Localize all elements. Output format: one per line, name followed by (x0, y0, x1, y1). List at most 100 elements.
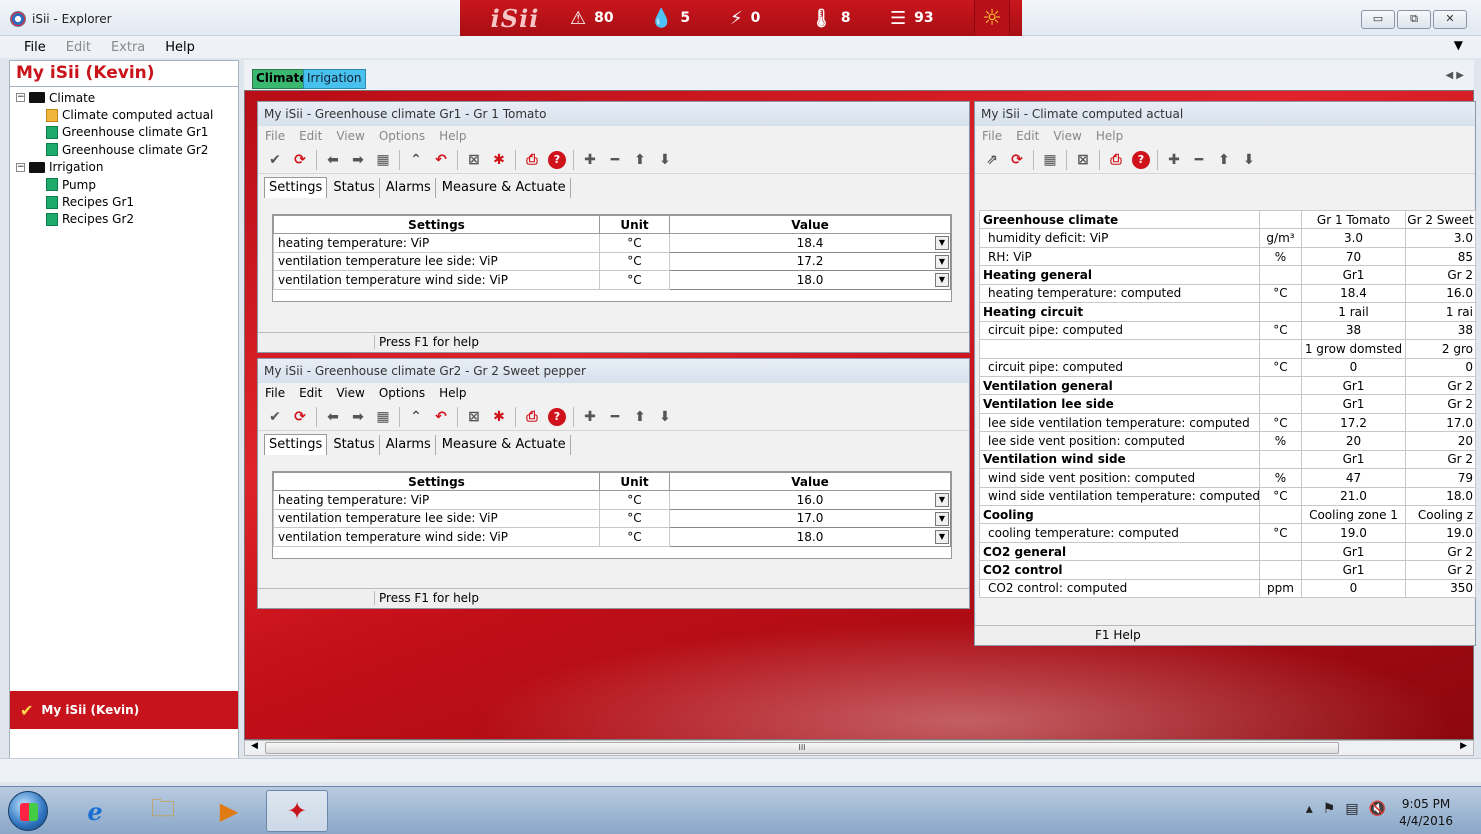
tree-node-recipes-gr2[interactable]: Recipes Gr2 (16, 211, 238, 228)
child-menu-file[interactable]: File (982, 129, 1002, 143)
media-player-icon[interactable]: ▶ (210, 793, 248, 829)
subtab-measure-actuate[interactable]: Measure & Actuate (438, 435, 571, 455)
remove-icon[interactable]: ━ (606, 408, 624, 426)
setting-value-select[interactable]: 17.0 ▼ (669, 508, 951, 529)
sun-icon[interactable]: ☼ (974, 0, 1010, 36)
child-menu-edit[interactable]: Edit (299, 129, 322, 143)
water-stat[interactable]: 💧 5 (650, 8, 730, 29)
subtab-measure-actuate[interactable]: Measure & Actuate (438, 178, 571, 198)
network-icon[interactable]: ▤ (1345, 801, 1358, 817)
child-menu-help[interactable]: Help (1096, 129, 1123, 143)
child-menu-options[interactable]: Options (379, 386, 425, 400)
menu-extra[interactable]: Extra (111, 40, 145, 55)
subtab-alarms[interactable]: Alarms (382, 435, 436, 455)
maximize-button[interactable]: ⧉ (1397, 10, 1431, 29)
system-clock[interactable]: 9:05 PM 4/4/2016 (1399, 796, 1453, 830)
collapse-up-icon[interactable]: ⌃ (407, 151, 425, 169)
internet-explorer-icon[interactable]: e (76, 793, 114, 829)
add-icon[interactable]: ✚ (581, 408, 599, 426)
tab-irrigation[interactable]: Irrigation (303, 69, 366, 89)
asterisk-icon[interactable]: ✱ (490, 151, 508, 169)
collapse-icon[interactable]: − (16, 162, 25, 172)
undo-icon[interactable]: ↶ (432, 408, 450, 426)
move-down-icon[interactable]: ⬇ (1240, 151, 1258, 169)
tree-node-climate[interactable]: − Climate (16, 89, 238, 106)
chevron-down-icon[interactable]: ▼ (935, 511, 949, 526)
child-menu-view[interactable]: View (336, 386, 364, 400)
setting-value-select[interactable]: 18.0 ▼ (669, 270, 951, 290)
clear-icon[interactable]: ⊠ (465, 408, 483, 426)
scroll-left-icon[interactable]: ◀ (251, 741, 258, 751)
child-menu-options[interactable]: Options (379, 129, 425, 143)
tray-expand-icon[interactable]: ▴ (1306, 801, 1313, 817)
clear-icon[interactable]: ⊠ (1074, 151, 1092, 169)
arrow-right-icon[interactable]: ➡ (349, 151, 367, 169)
subtab-settings[interactable]: Settings (264, 177, 328, 198)
child-menu-edit[interactable]: Edit (299, 386, 322, 400)
setting-value-select[interactable]: 17.2 ▼ (669, 251, 951, 272)
chevron-down-icon[interactable]: ▼ (935, 273, 949, 288)
isii-taskbar-icon[interactable]: ✦ (266, 790, 328, 832)
refresh-icon[interactable]: ⟳ (1008, 151, 1026, 169)
help-icon[interactable]: ? (548, 150, 566, 169)
clear-icon[interactable]: ⊠ (465, 151, 483, 169)
close-button[interactable]: ✕ (1433, 10, 1467, 29)
asterisk-icon[interactable]: ✱ (490, 408, 508, 426)
export-icon[interactable]: ⇗ (983, 151, 1001, 169)
menu-file[interactable]: File (24, 40, 46, 55)
menu-dropdown-icon[interactable]: ▼ (1454, 38, 1463, 52)
move-up-icon[interactable]: ⬆ (631, 408, 649, 426)
refresh-icon[interactable]: ⟳ (291, 151, 309, 169)
child-menu-edit[interactable]: Edit (1016, 129, 1039, 143)
remove-icon[interactable]: ━ (1190, 151, 1208, 169)
temperature-stat[interactable]: 🌡 8 (810, 8, 890, 29)
chevron-down-icon[interactable]: ▼ (935, 254, 949, 269)
move-down-icon[interactable]: ⬇ (656, 408, 674, 426)
setting-value-select[interactable]: 18.4 ▼ (669, 233, 951, 253)
subtab-status[interactable]: Status (329, 178, 380, 198)
remove-icon[interactable]: ━ (606, 151, 624, 169)
tree-node-recipes-gr1[interactable]: Recipes Gr1 (16, 193, 238, 210)
subtab-status[interactable]: Status (329, 435, 380, 455)
arrow-left-icon[interactable]: ⬅ (324, 151, 342, 169)
child-menu-view[interactable]: View (1053, 129, 1081, 143)
file-explorer-icon[interactable]: 🗀 (144, 793, 182, 829)
volume-muted-icon[interactable]: 🔇 (1369, 801, 1386, 817)
subtab-alarms[interactable]: Alarms (382, 178, 436, 198)
collapse-up-icon[interactable]: ⌃ (407, 408, 425, 426)
move-down-icon[interactable]: ⬇ (656, 151, 674, 169)
start-button[interactable] (8, 791, 48, 831)
horizontal-scrollbar[interactable]: ◀ III ▶ (244, 740, 1474, 756)
tree-node-irrigation[interactable]: − Irrigation (16, 159, 238, 176)
power-stat[interactable]: ⚡ 0 (730, 8, 810, 29)
arrow-left-icon[interactable]: ⬅ (324, 408, 342, 426)
subtab-settings[interactable]: Settings (264, 434, 328, 455)
check-icon[interactable]: ✔ (266, 408, 284, 426)
arrow-right-icon[interactable]: ➡ (349, 408, 367, 426)
list-stat[interactable]: ☰ 93 (890, 8, 970, 29)
grid-icon[interactable]: ▦ (374, 408, 392, 426)
child-menu-file[interactable]: File (265, 386, 285, 400)
refresh-icon[interactable]: ⟳ (291, 408, 309, 426)
print-icon[interactable]: ⎙ (1107, 151, 1125, 169)
undo-icon[interactable]: ↶ (432, 151, 450, 169)
move-up-icon[interactable]: ⬆ (1215, 151, 1233, 169)
user-profile-button[interactable]: ✔ My iSii (Kevin) (10, 691, 238, 729)
tree-node-pump[interactable]: Pump (16, 176, 238, 193)
tree-node-greenhouse-gr2[interactable]: Greenhouse climate Gr2 (16, 141, 238, 158)
scroll-right-icon[interactable]: ▶ (1460, 741, 1467, 751)
child-menu-help[interactable]: Help (439, 129, 466, 143)
flag-icon[interactable]: ⚑ (1323, 801, 1336, 817)
print-icon[interactable]: ⎙ (523, 151, 541, 169)
collapse-icon[interactable]: − (16, 93, 25, 103)
tree-node-greenhouse-gr1[interactable]: Greenhouse climate Gr1 (16, 124, 238, 141)
scrollbar-thumb[interactable]: III (265, 742, 1339, 754)
child-menu-view[interactable]: View (336, 129, 364, 143)
check-icon[interactable]: ✔ (266, 151, 284, 169)
help-icon[interactable]: ? (1132, 150, 1150, 169)
menu-edit[interactable]: Edit (66, 40, 91, 55)
alarm-stat[interactable]: ⚠ 80 (570, 8, 650, 29)
print-icon[interactable]: ⎙ (523, 408, 541, 426)
chevron-down-icon[interactable]: ▼ (935, 493, 949, 507)
menu-help[interactable]: Help (165, 40, 195, 55)
